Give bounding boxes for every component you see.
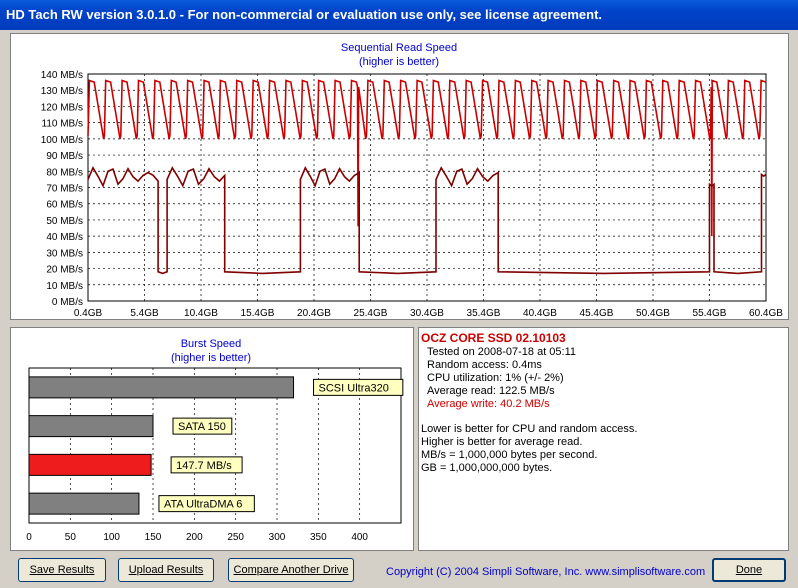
- compare-drive-label: Compare Another Drive: [233, 564, 349, 576]
- save-results-button[interactable]: Save Results: [18, 558, 106, 582]
- seq-y-tick-label: 90 MB/s: [46, 151, 83, 162]
- seq-y-tick-label: 40 MB/s: [46, 232, 83, 243]
- seq-y-tick-label: 100 MB/s: [41, 135, 83, 146]
- seq-y-tick-label: 140 MB/s: [41, 70, 83, 81]
- burst-chart-title: Burst Speed: [181, 338, 242, 350]
- copyright-link[interactable]: Copyright (C) 2004 Simpli Software, Inc.…: [386, 566, 705, 578]
- note-cpu: Lower is better for CPU and random acces…: [421, 423, 638, 435]
- burst-x-tick-label: 200: [186, 532, 203, 543]
- seq-y-tick-label: 60 MB/s: [46, 200, 83, 211]
- burst-bar-label: SATA 150: [178, 421, 226, 433]
- done-label: Done: [735, 564, 763, 576]
- upload-results-label: Upload Results: [128, 564, 204, 576]
- window-title: HD Tach RW version 3.0.1.0 - For non-com…: [6, 7, 603, 22]
- seq-chart-title: Sequential Read Speed: [341, 42, 457, 54]
- seq-x-tick-label: 40.4GB: [523, 308, 557, 319]
- burst-x-tick-label: 150: [145, 532, 162, 543]
- seq-y-tick-label: 80 MB/s: [46, 167, 83, 178]
- average-write: Average write: 40.2 MB/s: [427, 398, 550, 410]
- burst-x-tick-label: 400: [351, 532, 368, 543]
- seq-x-tick-label: 50.4GB: [636, 308, 670, 319]
- seq-x-tick-label: 55.4GB: [693, 308, 727, 319]
- burst-x-tick-label: 250: [227, 532, 244, 543]
- burst-bar-label: ATA UltraDMA 6: [164, 499, 242, 511]
- burst-bar: [28, 492, 140, 515]
- burst-speed-panel: Burst Speed (higher is better) 0 50 100 150…: [10, 327, 414, 551]
- seq-y-tick-label: 10 MB/s: [46, 281, 83, 292]
- cpu-utilization: CPU utilization: 1% (+/- 2%): [427, 372, 564, 384]
- seq-x-tick-label: 10.4GB: [184, 308, 218, 319]
- burst-x-tick-label: 350: [310, 532, 327, 543]
- seq-y-tick-label: 130 MB/s: [41, 86, 83, 97]
- seq-x-tick-label: 30.4GB: [410, 308, 444, 319]
- seq-x-tick-label: 35.4GB: [467, 308, 501, 319]
- seq-y-tick-label: 110 MB/s: [42, 119, 84, 130]
- burst-chart-subtitle: (higher is better): [171, 352, 251, 364]
- burst-bar: [28, 453, 152, 476]
- seq-x-tick-label: 45.4GB: [580, 308, 614, 319]
- save-results-label: Save Results: [29, 564, 95, 576]
- seq-y-tick-label: 120 MB/s: [41, 102, 83, 113]
- seq-x-tick-label: 20.4GB: [297, 308, 331, 319]
- seq-y-tick-label: 20 MB/s: [46, 265, 83, 276]
- burst-bar-label: SCSI Ultra320: [319, 382, 389, 394]
- average-read: Average read: 122.5 MB/s: [427, 385, 555, 397]
- burst-x-tick-label: 100: [103, 532, 120, 543]
- note-gb: GB = 1,000,000,000 bytes.: [421, 462, 553, 474]
- seq-y-tick-label: 70 MB/s: [46, 184, 83, 195]
- burst-bar: [28, 415, 154, 438]
- seq-y-tick-label: 50 MB/s: [46, 216, 83, 227]
- seq-x-tick-label: 0.4GB: [74, 308, 103, 319]
- note-read: Higher is better for average read.: [421, 436, 583, 448]
- burst-bar: [28, 376, 295, 399]
- sequential-read-chart: Sequential Read Speed (higher is better)…: [41, 42, 784, 319]
- note-mbs: MB/s = 1,000,000 bytes per second.: [421, 449, 598, 461]
- seq-x-tick-label: 5.4GB: [130, 308, 159, 319]
- compare-drive-button[interactable]: Compare Another Drive: [228, 558, 354, 582]
- burst-bar-label: 147.7 MB/s: [176, 460, 232, 472]
- random-access: Random access: 0.4ms: [427, 359, 542, 371]
- seq-y-tick-label: 30 MB/s: [46, 248, 83, 259]
- sequential-read-panel: Sequential Read Speed (higher is better)…: [10, 33, 789, 320]
- burst-x-tick-label: 0: [26, 532, 32, 543]
- burst-speed-chart: Burst Speed (higher is better) 0 50 100 150…: [26, 338, 404, 543]
- done-button[interactable]: Done: [712, 558, 786, 582]
- drive-name: OCZ CORE SSD 02.10103: [421, 331, 566, 345]
- seq-x-tick-label: 25.4GB: [354, 308, 388, 319]
- results-info-panel: OCZ CORE SSD 02.10103 Tested on 2008-07-…: [418, 327, 789, 551]
- seq-chart-subtitle: (higher is better): [359, 56, 439, 68]
- upload-results-button[interactable]: Upload Results: [118, 558, 214, 582]
- tested-on: Tested on 2008-07-18 at 05:11: [427, 346, 577, 358]
- seq-x-tick-label: 60.4GB: [749, 308, 783, 319]
- burst-x-tick-label: 300: [269, 532, 286, 543]
- burst-x-tick-label: 50: [65, 532, 77, 543]
- seq-x-tick-label: 15.4GB: [241, 308, 275, 319]
- seq-y-tick-label: 0 MB/s: [52, 297, 83, 308]
- window-titlebar: HD Tach RW version 3.0.1.0 - For non-com…: [0, 0, 798, 30]
